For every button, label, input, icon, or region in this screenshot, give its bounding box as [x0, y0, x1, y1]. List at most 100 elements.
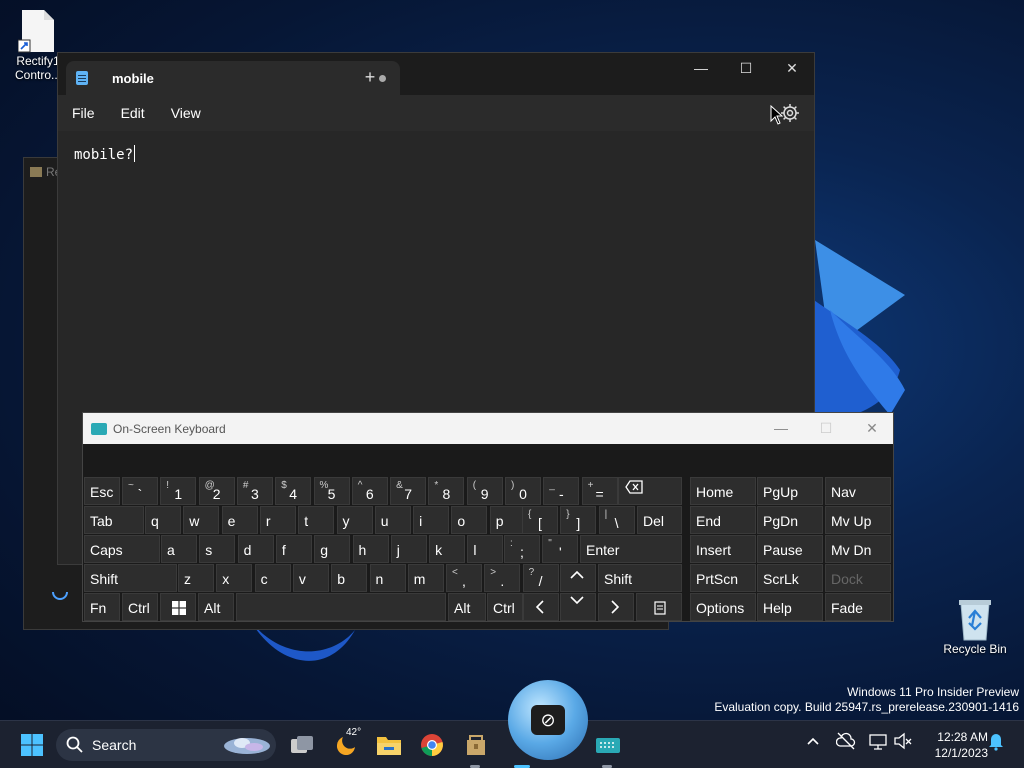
- key-enter[interactable]: Enter: [580, 535, 682, 563]
- key-b[interactable]: b: [331, 564, 368, 592]
- menu-view[interactable]: View: [171, 105, 201, 121]
- key-row4b-2[interactable]: ? /: [522, 564, 559, 592]
- key-prtscn[interactable]: PrtScn: [690, 564, 756, 592]
- key-shift-left[interactable]: Shift: [84, 564, 177, 592]
- key-l[interactable]: l: [467, 535, 504, 563]
- key-a[interactable]: a: [161, 535, 197, 563]
- osk-minimize-button[interactable]: —: [758, 413, 804, 444]
- key-w[interactable]: w: [183, 506, 220, 534]
- key-left[interactable]: [523, 593, 559, 621]
- minimize-button[interactable]: —: [678, 53, 724, 83]
- key-mvdn[interactable]: Mv Dn: [825, 535, 891, 563]
- close-button[interactable]: ✕: [769, 53, 815, 83]
- key-row1-5[interactable]: % 5: [313, 477, 350, 505]
- key-o[interactable]: o: [451, 506, 488, 534]
- key-row1-1[interactable]: ! 1: [160, 477, 197, 505]
- on-screen-keyboard-window[interactable]: On-Screen Keyboard — ☐ ✕ Esc ~ `! 1 @2 #3 $4% 5…: [82, 412, 894, 622]
- notifications-button[interactable]: [988, 731, 1004, 754]
- notepad-tab[interactable]: mobile: [66, 61, 400, 95]
- key-nav[interactable]: Nav: [825, 477, 891, 505]
- cloud-status[interactable]: [835, 731, 856, 754]
- notepad-titlebar[interactable]: mobile + — ☐ ✕: [58, 53, 814, 95]
- key-f[interactable]: f: [275, 535, 312, 563]
- key-d[interactable]: d: [237, 535, 274, 563]
- key-row1-2[interactable]: @2: [198, 477, 235, 505]
- key-i[interactable]: i: [413, 506, 450, 534]
- key-q[interactable]: q: [145, 506, 181, 534]
- key-mvup[interactable]: Mv Up: [825, 506, 891, 534]
- key-scrlk[interactable]: ScrLk: [757, 564, 823, 592]
- key-row4b-0[interactable]: <,: [446, 564, 482, 592]
- key-del[interactable]: Del: [637, 506, 682, 534]
- key-ctrl-left[interactable]: Ctrl: [122, 593, 158, 621]
- osk-close-button[interactable]: ✕: [849, 413, 895, 444]
- file-explorer-button[interactable]: [373, 729, 405, 761]
- taskbar-clock[interactable]: 12:28 AM 12/1/2023: [935, 729, 988, 761]
- key-j[interactable]: j: [390, 535, 427, 563]
- key-alt-right[interactable]: Alt: [448, 593, 486, 621]
- key-alt-left[interactable]: Alt: [198, 593, 234, 621]
- key-row2b-2[interactable]: | \: [598, 506, 635, 534]
- key-k[interactable]: k: [429, 535, 466, 563]
- key-pgdn[interactable]: PgDn: [757, 506, 823, 534]
- key-row1-11[interactable]: _ -: [543, 477, 580, 505]
- osk-maximize-button[interactable]: ☐: [803, 413, 849, 444]
- weather-widget[interactable]: 42°: [330, 727, 362, 761]
- desktop-recycle-bin[interactable]: Recycle Bin: [937, 596, 1013, 656]
- key-fn[interactable]: Fn: [84, 593, 120, 621]
- key-tab[interactable]: Tab: [84, 506, 144, 534]
- key-shift-right[interactable]: Shift: [598, 564, 682, 592]
- key-r[interactable]: r: [259, 506, 296, 534]
- key-e[interactable]: e: [221, 506, 258, 534]
- key-u[interactable]: u: [374, 506, 411, 534]
- key-windows[interactable]: [160, 593, 196, 621]
- key-home[interactable]: Home: [690, 477, 756, 505]
- menu-file[interactable]: File: [72, 105, 95, 121]
- key-right[interactable]: [598, 593, 634, 621]
- key-row1-3[interactable]: #3: [236, 477, 273, 505]
- new-tab-button[interactable]: +: [358, 65, 382, 89]
- menu-edit[interactable]: Edit: [121, 105, 145, 121]
- key-p[interactable]: p: [489, 506, 526, 534]
- key-v[interactable]: v: [292, 564, 329, 592]
- key-options[interactable]: Options: [690, 593, 756, 621]
- key-menu[interactable]: [636, 593, 682, 621]
- key-help[interactable]: Help: [757, 593, 823, 621]
- show-hidden-icons-button[interactable]: [806, 731, 820, 754]
- key-row1-0[interactable]: ~ `: [122, 477, 158, 505]
- key-up[interactable]: [560, 564, 596, 592]
- key-insert[interactable]: Insert: [690, 535, 756, 563]
- key-row3b-0[interactable]: :;: [504, 535, 540, 563]
- key-space[interactable]: [236, 593, 446, 621]
- network-status[interactable]: [868, 731, 888, 754]
- app-button[interactable]: [460, 729, 492, 761]
- key-backspace[interactable]: [618, 477, 682, 505]
- key-z[interactable]: z: [178, 564, 214, 592]
- key-n[interactable]: n: [369, 564, 406, 592]
- key-x[interactable]: x: [216, 564, 253, 592]
- key-m[interactable]: m: [407, 564, 444, 592]
- key-row1-7[interactable]: & 7: [390, 477, 427, 505]
- volume-status[interactable]: [893, 731, 913, 754]
- key-t[interactable]: t: [298, 506, 335, 534]
- key-row1-8[interactable]: * 8: [428, 477, 465, 505]
- key-row3b-1[interactable]: " ': [542, 535, 579, 563]
- key-pause[interactable]: Pause: [757, 535, 823, 563]
- key-c[interactable]: c: [254, 564, 291, 592]
- overlay-globe-widget[interactable]: ⊘: [508, 680, 588, 760]
- key-caps[interactable]: Caps: [84, 535, 160, 563]
- osk-titlebar[interactable]: On-Screen Keyboard — ☐ ✕: [83, 413, 893, 444]
- key-dock[interactable]: Dock: [825, 564, 891, 592]
- key-row1-9[interactable]: (9: [466, 477, 503, 505]
- key-row4b-1[interactable]: >.: [484, 564, 521, 592]
- key-esc[interactable]: Esc: [84, 477, 120, 505]
- key-ctrl-right[interactable]: Ctrl: [487, 593, 523, 621]
- task-view-button[interactable]: [286, 729, 318, 761]
- keyboard-app-button[interactable]: [592, 729, 624, 761]
- key-row2b-0[interactable]: {[: [522, 506, 558, 534]
- chrome-button[interactable]: [416, 729, 448, 761]
- key-h[interactable]: h: [352, 535, 389, 563]
- key-s[interactable]: s: [199, 535, 236, 563]
- key-down[interactable]: [560, 593, 596, 621]
- key-row1-6[interactable]: ^ 6: [351, 477, 388, 505]
